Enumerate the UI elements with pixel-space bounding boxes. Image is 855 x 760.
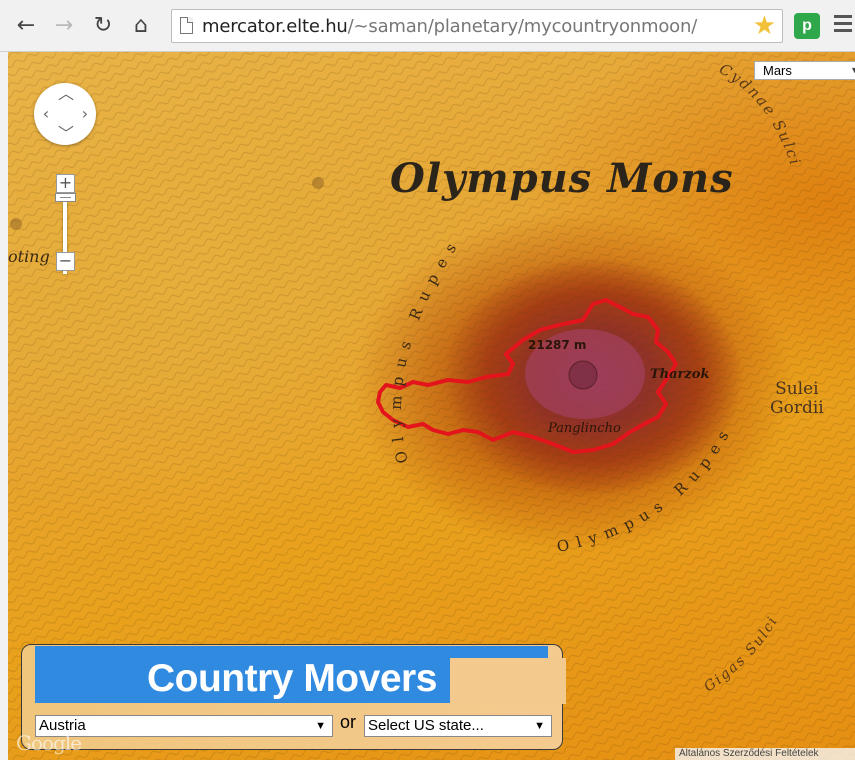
chevron-down-icon: ▼ <box>315 720 326 732</box>
address-bar[interactable]: mercator.elte.hu/~saman/planetary/mycoun… <box>171 9 783 43</box>
pan-left-icon[interactable]: ‹ <box>39 106 53 122</box>
terms-link[interactable]: Általános Szerződési Feltételek <box>675 748 855 760</box>
or-label: or <box>340 712 357 732</box>
forward-arrow-icon[interactable]: → <box>52 14 76 38</box>
google-logo: Google <box>16 731 82 755</box>
extension-icon[interactable]: p <box>794 13 820 39</box>
home-icon[interactable]: ⌂ <box>129 14 153 38</box>
url-text: mercator.elte.hu/~saman/planetary/mycoun… <box>202 16 698 37</box>
gigas-sulci-label: Gigas Sulci <box>701 613 781 695</box>
zoom-in-button[interactable]: + <box>56 174 75 193</box>
country-movers-panel: Country Movers Austria ▼ or Select US sta… <box>21 644 566 750</box>
chevron-down-icon: ▼ <box>534 720 545 732</box>
browser-toolbar: ← → ↻ ⌂ mercator.elte.hu/~saman/planetar… <box>0 0 855 52</box>
menu-icon[interactable] <box>834 15 852 37</box>
olympus-rupes-left-label: Olympus Rupes <box>387 232 465 465</box>
olympus-rupes-right-label: Olympus Rupes <box>555 421 736 556</box>
pan-up-icon[interactable]: ︿ <box>58 86 74 102</box>
panel-title: Country Movers <box>147 657 437 700</box>
page-icon <box>180 17 193 34</box>
zoom-out-button[interactable]: − <box>56 252 75 271</box>
zoom-slider-handle[interactable] <box>55 193 76 202</box>
chevron-down-icon: ▼ <box>850 65 855 75</box>
title-highlight <box>450 658 566 704</box>
bookmark-star-icon[interactable]: ★ <box>753 12 776 40</box>
panel-banner: Country Movers <box>35 646 566 704</box>
back-arrow-icon[interactable]: ← <box>14 14 38 38</box>
us-state-select[interactable]: Select US state... ▼ <box>364 715 552 737</box>
planet-select[interactable]: Mars ▼ <box>754 61 855 80</box>
pan-control[interactable]: ︿ ﹀ ‹ › <box>34 83 96 145</box>
reload-icon[interactable]: ↻ <box>91 14 115 38</box>
pan-down-icon[interactable]: ﹀ <box>58 126 74 142</box>
pan-right-icon[interactable]: › <box>78 106 92 122</box>
